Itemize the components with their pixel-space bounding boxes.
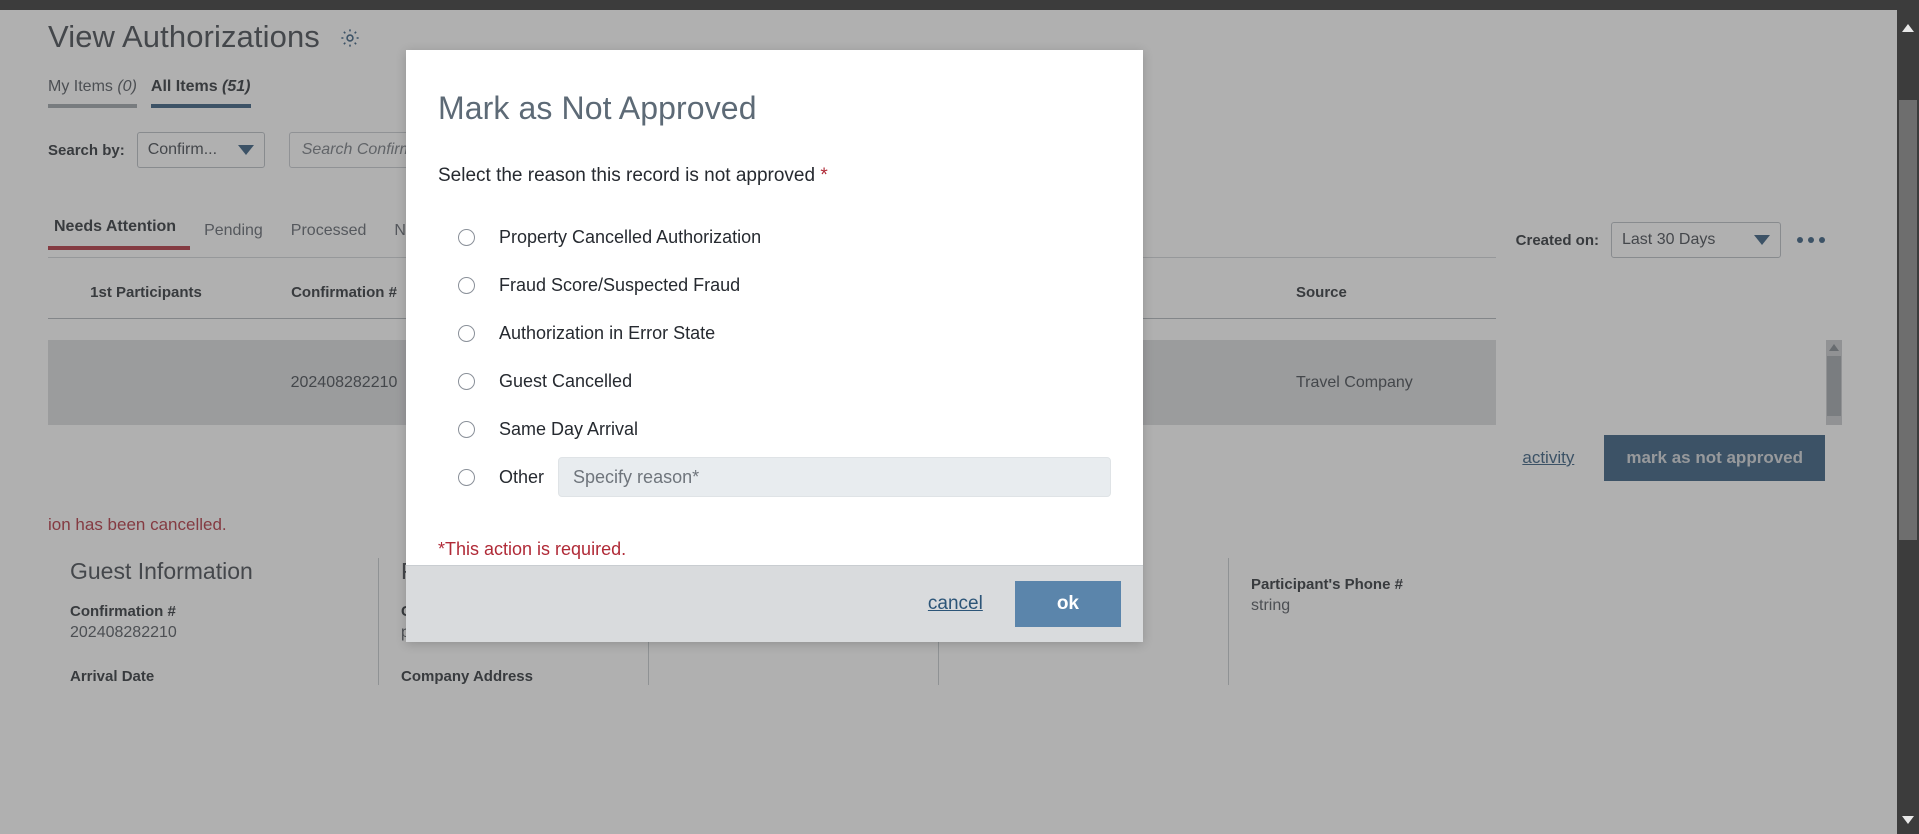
created-on-label: Created on: [1515,231,1599,249]
scroll-up-icon[interactable] [1902,24,1914,32]
status-tab-pending[interactable]: Pending [190,222,277,250]
status-tab-processed[interactable]: Processed [277,222,381,250]
gear-icon[interactable] [339,21,361,57]
scroll-up-icon[interactable] [1829,344,1839,351]
radio-button-icon[interactable] [458,276,475,294]
created-on-filter: Created on: Last 30 Days [1516,222,1825,258]
search-by-select-value: Confirm... [147,141,218,158]
dialog-title: Mark as Not Approved [438,90,757,126]
chevron-down-icon [237,145,254,155]
field-value: 202408282210 [70,624,177,641]
cancellation-alert: ion has been cancelled. [48,515,227,534]
screen: View Authorizations My Items (0) All Ite… [0,0,1919,834]
ok-button[interactable]: ok [1014,581,1121,627]
column-header-participants[interactable]: 1st Participants [48,284,244,301]
radio-option-label: Authorization in Error State [499,322,716,343]
required-asterisk: * [820,165,828,186]
radio-option-label: Other [499,466,545,487]
search-by-label: Search by: [48,141,125,159]
field-value: string [1251,597,1291,614]
table-scrollbar-thumb[interactable] [1827,356,1841,416]
dialog-prompt: Select the reason this record is not app… [438,165,1111,187]
page-title: View Authorizations [48,19,361,57]
browser-chrome-strip [0,0,1919,10]
reason-radio-group: Property Cancelled Authorization Fraud S… [438,213,1111,501]
scroll-down-icon[interactable] [1902,816,1914,824]
dialog-footer: cancel ok [406,565,1143,642]
page-scrollbar-thumb[interactable] [1899,100,1917,540]
radio-option-property-cancelled[interactable]: Property Cancelled Authorization [458,213,1111,261]
tab-my-items-label: My Items [48,78,113,95]
radio-option-fraud-score[interactable]: Fraud Score/Suspected Fraud [458,261,1111,309]
tab-all-items-count: (51) [222,78,251,95]
details-heading: Guest Information [70,558,253,584]
field-label: Company Address [401,668,533,685]
row-actions: activity mark as not approved [1522,435,1825,481]
radio-option-same-day-arrival[interactable]: Same Day Arrival [458,405,1111,453]
created-on-value: Last 30 Days [1622,231,1716,248]
radio-button-icon[interactable] [458,372,475,390]
required-action-note: *This action is required. [438,539,627,559]
radio-button-icon[interactable] [458,420,475,438]
chevron-down-icon [1754,235,1770,245]
column-header-source[interactable]: Source [1296,284,1496,301]
tab-all-items-underline [150,104,251,108]
radio-option-label: Property Cancelled Authorization [499,226,762,247]
cancel-button[interactable]: cancel [928,593,983,615]
tab-my-items[interactable]: My Items (0) [48,78,137,108]
radio-button-icon[interactable] [458,468,475,486]
mark-as-not-approved-button[interactable]: mark as not approved [1604,435,1825,481]
field-label: Arrival Date [70,668,155,685]
mark-as-not-approved-dialog: Mark as Not Approved Select the reason t… [406,50,1143,642]
dialog-body: Mark as Not Approved Select the reason t… [406,50,1143,565]
tab-my-items-underline [48,104,137,108]
radio-option-label: Guest Cancelled [499,370,633,391]
radio-option-error-state[interactable]: Authorization in Error State [458,309,1111,357]
dialog-prompt-text: Select the reason this record is not app… [438,165,816,186]
radio-option-guest-cancelled[interactable]: Guest Cancelled [458,357,1111,405]
other-reason-placeholder: Specify reason* [573,466,700,487]
radio-button-icon[interactable] [458,324,475,342]
radio-button-icon[interactable] [458,228,475,246]
field-label: Confirmation # [70,603,176,620]
cell-source: Travel Company [1296,373,1413,391]
activity-link[interactable]: activity [1522,448,1574,468]
page-scrollbar[interactable] [1897,10,1919,834]
radio-option-label: Same Day Arrival [499,418,639,439]
created-on-select[interactable]: Last 30 Days [1611,222,1781,258]
page-title-text: View Authorizations [48,19,320,54]
item-tabs: My Items (0) All Items (51) [48,78,251,108]
tab-all-items[interactable]: All Items (51) [150,78,251,108]
kebab-menu-icon[interactable] [1797,237,1825,243]
radio-option-label: Fraud Score/Suspected Fraud [499,274,741,295]
tab-all-items-label: All Items [150,78,218,95]
tab-my-items-count: (0) [117,78,137,95]
table-scrollbar[interactable] [1826,340,1842,425]
field-label: Participant's Phone # [1251,576,1403,593]
radio-option-other[interactable]: Other Specify reason* [458,453,1111,501]
details-guest-information: Guest Information Confirmation # 2024082… [48,558,378,685]
details-participant: Participant's Phone # string [1228,558,1496,685]
status-tab-needs-attention[interactable]: Needs Attention [48,218,191,250]
other-reason-input[interactable]: Specify reason* [558,457,1111,497]
search-by-select[interactable]: Confirm... [136,132,265,168]
